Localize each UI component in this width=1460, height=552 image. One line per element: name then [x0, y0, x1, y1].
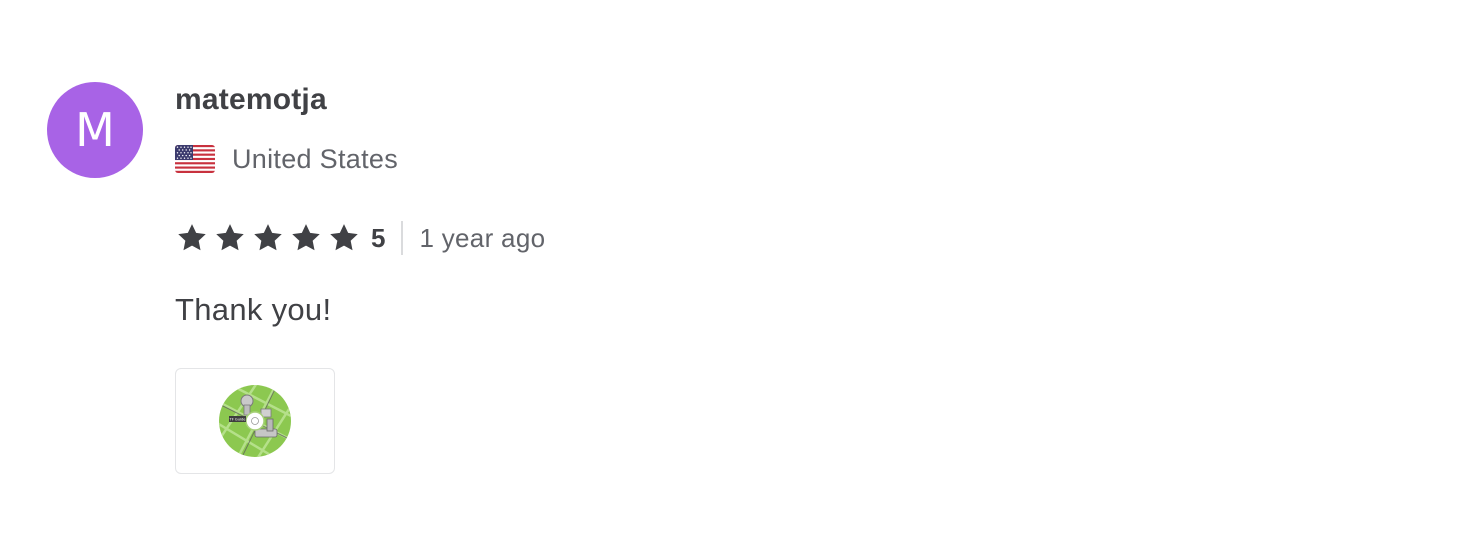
review-content: matemotja United States 5 1 year ago Tha… [175, 80, 1420, 474]
review-attachment-thumbnail[interactable]: TF Guide [175, 368, 335, 474]
star-icon [216, 224, 244, 251]
reviewer-country-row: United States [175, 142, 1420, 176]
star-icon [292, 224, 320, 251]
star-icon [178, 224, 206, 251]
star-icon [330, 224, 358, 251]
rating-divider [401, 221, 404, 255]
star-icon [254, 224, 282, 251]
avatar[interactable]: M [47, 82, 143, 178]
reviewer-country: United States [232, 143, 398, 174]
review-text: Thank you! [175, 292, 332, 327]
rating-row: 5 1 year ago [175, 220, 1420, 256]
cd-disc-image: TF Guide [219, 385, 291, 457]
disc-label: TF Guide [229, 418, 247, 422]
avatar-initial: M [75, 103, 115, 157]
reviewer-username[interactable]: matemotja [175, 80, 1420, 120]
review-card: M matemotja United States 5 1 year ago T… [0, 0, 1460, 552]
star-rating [175, 222, 361, 254]
us-flag-icon [175, 145, 215, 173]
review-time-ago: 1 year ago [419, 222, 546, 253]
rating-value: 5 [371, 222, 386, 253]
